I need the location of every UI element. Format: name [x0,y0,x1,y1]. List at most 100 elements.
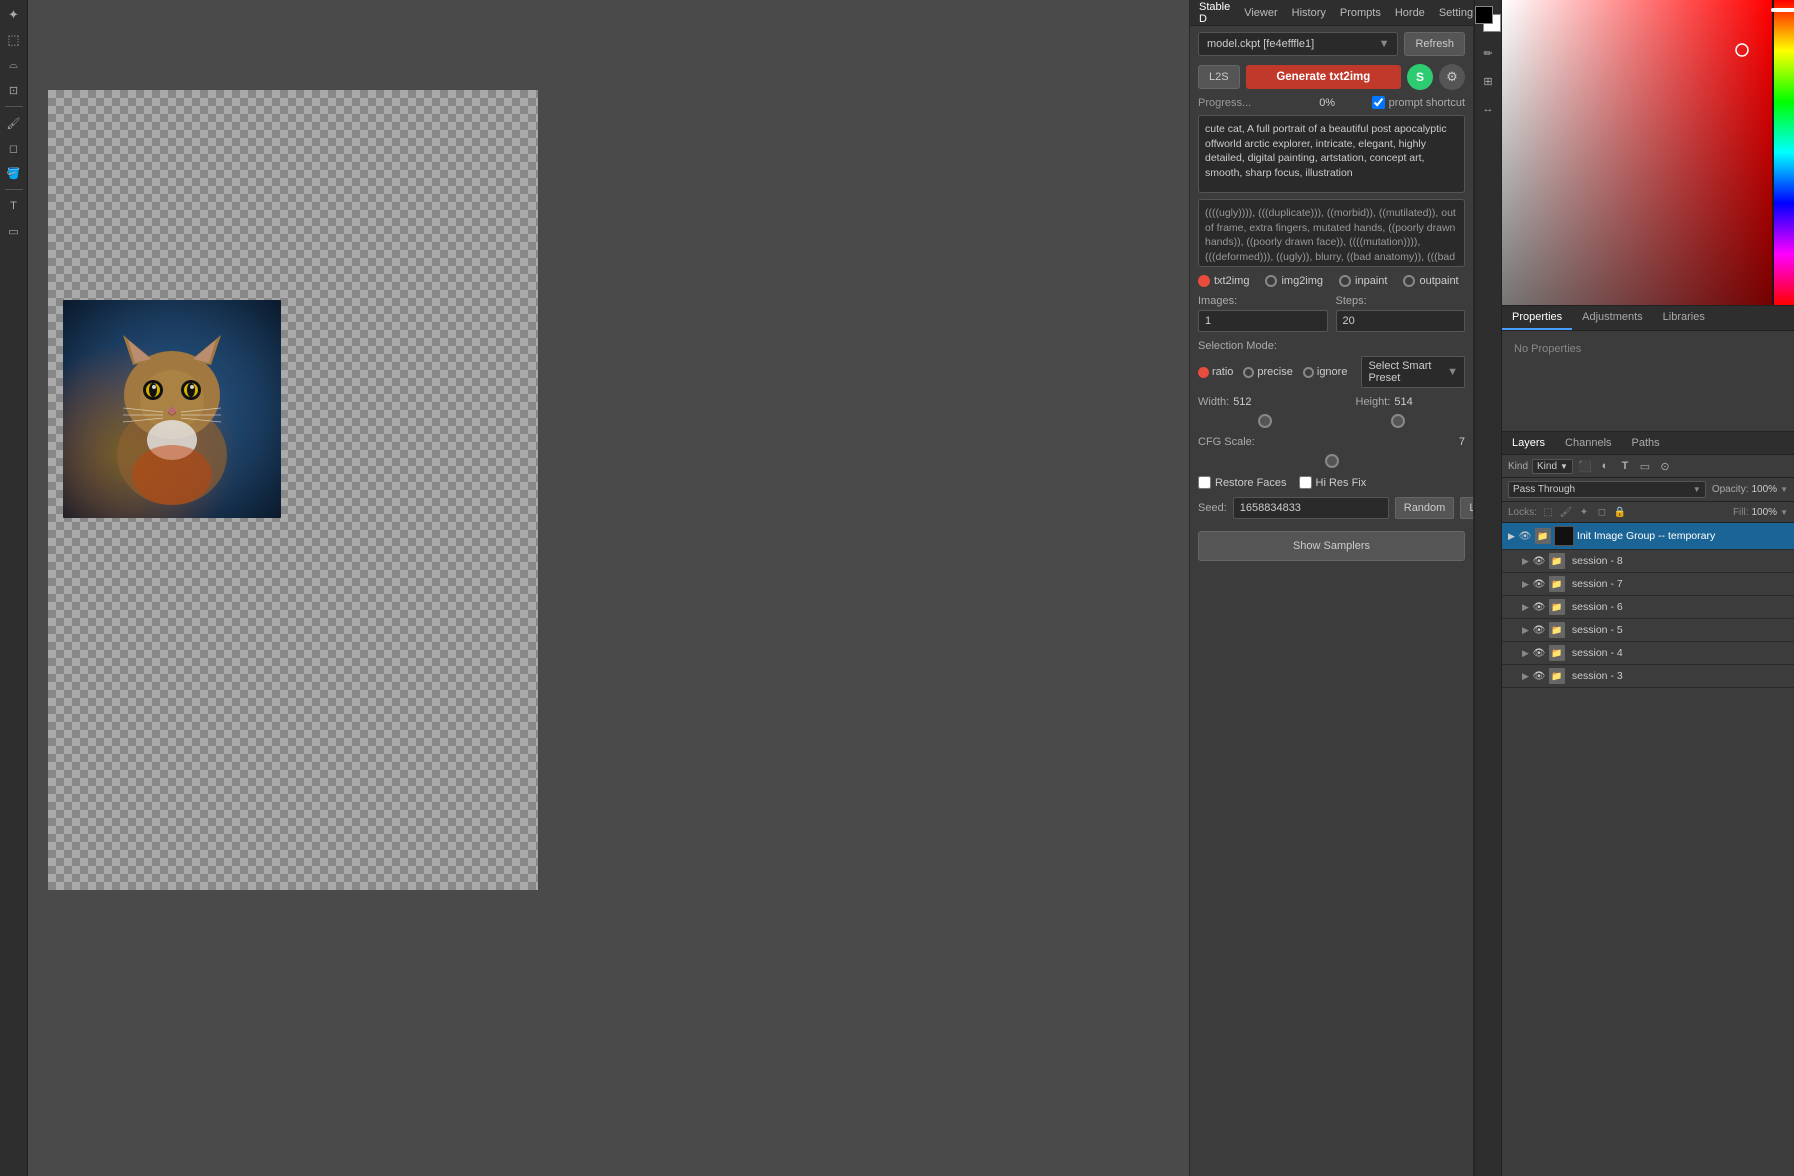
layer-item-init[interactable]: ▶ 👁 📁 Init Image Group -- temporary [1502,523,1794,550]
s-avatar[interactable]: S [1407,64,1433,90]
positive-prompt[interactable] [1198,115,1465,193]
progress-value: 0% [1319,97,1335,109]
sm-ratio[interactable]: ratio [1198,366,1233,378]
nav-history[interactable]: History [1289,5,1329,21]
layer-filter-adj[interactable]: ◐ [1597,458,1613,474]
tool-move[interactable]: ✦ [3,4,25,26]
nav-horde[interactable]: Horde [1392,5,1428,21]
layer-eye-5[interactable]: 👁 [1532,623,1546,637]
layer-item-7[interactable]: ▶ 👁 📁 session - 7 [1502,573,1794,596]
lock-position[interactable]: ✦ [1577,505,1591,519]
mode-tabs: txt2img img2img inpaint outpaint [1190,271,1473,291]
lock-image[interactable]: 🖌 [1559,505,1573,519]
restore-faces-checkbox[interactable] [1198,476,1211,489]
samplers-button[interactable]: Show Samplers [1198,531,1465,561]
layer-item-4[interactable]: ▶ 👁 📁 session - 4 [1502,642,1794,665]
images-input[interactable] [1198,310,1328,332]
generate-button[interactable]: Generate txt2img [1246,65,1401,89]
tab-channels[interactable]: Channels [1555,432,1621,454]
mode-img2img[interactable]: img2img [1265,275,1323,287]
lock-transparent[interactable]: ⬚ [1541,505,1555,519]
images-label: Images: [1198,295,1328,307]
tool-side-2[interactable]: ⊞ [1477,70,1499,92]
width-slider-handle[interactable] [1258,414,1272,428]
images-steps-row: Images: Steps: [1190,291,1473,336]
model-select[interactable]: model.ckpt [fe4efffle1] ▼ [1198,32,1398,56]
tool-brush[interactable]: 🖌 [3,112,25,134]
layers-section: Layers Channels Paths Kind Kind ▼ [1502,431,1794,1176]
layer-filter-shape[interactable]: ▭ [1637,458,1653,474]
hi-res-fix-option[interactable]: Hi Res Fix [1299,476,1367,489]
dimensions-row: Width: 512 Height: 514 [1190,392,1473,412]
settings-button[interactable]: ⚙ [1439,64,1465,90]
tab-layers[interactable]: Layers [1502,432,1555,454]
blend-mode-select[interactable]: Pass Through ▼ [1508,481,1706,498]
tab-libraries[interactable]: Libraries [1653,306,1715,330]
nav-stable-d[interactable]: Stable D [1196,0,1233,27]
prompt-shortcut-toggle[interactable]: prompt shortcut [1372,96,1465,109]
tool-lasso[interactable]: ⌓ [3,54,25,76]
tool-eraser[interactable]: ◻ [3,137,25,159]
smart-preset-select[interactable]: Select Smart Preset ▼ [1361,356,1465,388]
layers-kind-toolbar: Kind Kind ▼ ⬛ ◐ T ▭ ⊙ [1502,455,1794,478]
sm-ignore[interactable]: ignore [1303,366,1348,378]
layer-eye-8[interactable]: 👁 [1532,554,1546,568]
refresh-button[interactable]: Refresh [1404,32,1465,56]
layer-item-8[interactable]: ▶ 👁 📁 session - 8 [1502,550,1794,573]
height-value: 514 [1394,396,1412,408]
lock-all[interactable]: 🔒 [1613,505,1627,519]
tab-paths[interactable]: Paths [1622,432,1670,454]
prompt-shortcut-checkbox[interactable] [1372,96,1385,109]
steps-input[interactable] [1336,310,1466,332]
layer-item-6[interactable]: ▶ 👁 📁 session - 6 [1502,596,1794,619]
lock-artboard[interactable]: ◻ [1595,505,1609,519]
tool-crop[interactable]: ⊡ [3,79,25,101]
tool-fill[interactable]: 🪣 [3,162,25,184]
tool-side-3[interactable]: ↔ [1477,98,1499,120]
tab-properties[interactable]: Properties [1502,306,1572,330]
restore-faces-option[interactable]: Restore Faces [1198,476,1287,489]
fg-color-box[interactable] [1475,6,1493,24]
layer-eye-7[interactable]: 👁 [1532,577,1546,591]
tool-side-1[interactable]: ✏ [1477,42,1499,64]
toolbar-divider-2 [5,189,23,190]
seed-input[interactable] [1233,497,1389,519]
layer-name-6: session - 6 [1572,601,1788,613]
hi-res-fix-checkbox[interactable] [1299,476,1312,489]
layer-item-5[interactable]: ▶ 👁 📁 session - 5 [1502,619,1794,642]
cfg-slider-handle[interactable] [1325,454,1339,468]
mode-inpaint[interactable]: inpaint [1339,275,1387,287]
tool-shape[interactable]: ▭ [3,220,25,242]
tool-text[interactable]: T [3,195,25,217]
right-section: ✏ ⊞ ↔ [1474,0,1794,1176]
mode-outpaint[interactable]: outpaint [1403,275,1458,287]
negative-prompt[interactable] [1198,199,1465,267]
layer-eye-init[interactable]: 👁 [1518,529,1532,543]
random-seed-button[interactable]: Random [1395,497,1455,519]
nav-viewer[interactable]: Viewer [1241,5,1280,21]
tab-adjustments[interactable]: Adjustments [1572,306,1653,330]
layer-filter-type[interactable]: T [1617,458,1633,474]
layer-filter-pixel[interactable]: ⬛ [1577,458,1593,474]
layer-eye-6[interactable]: 👁 [1532,600,1546,614]
layer-eye-3[interactable]: 👁 [1532,669,1546,683]
model-row: model.ckpt [fe4efffle1] ▼ Refresh [1190,26,1473,62]
layer-eye-4[interactable]: 👁 [1532,646,1546,660]
last-seed-button[interactable]: Last [1460,497,1474,519]
nav-settings[interactable]: Settings [1436,5,1474,21]
layer-filter-smart[interactable]: ⊙ [1657,458,1673,474]
mode-txt2img[interactable]: txt2img [1198,275,1249,287]
kind-dropdown[interactable]: Kind ▼ [1532,459,1573,474]
l2s-button[interactable]: L2S [1198,65,1240,89]
hi-res-fix-label: Hi Res Fix [1316,477,1367,489]
cfg-value: 7 [1459,436,1465,448]
hue-bar[interactable] [1774,0,1794,305]
sm-precise[interactable]: precise [1243,366,1292,378]
height-slider-handle[interactable] [1391,414,1405,428]
color-picker-area[interactable] [1502,0,1794,305]
model-dropdown-icon: ▼ [1379,38,1390,50]
width-slider-container [1198,414,1332,428]
nav-prompts[interactable]: Prompts [1337,5,1384,21]
tool-marquee[interactable]: ⬚ [3,29,25,51]
layer-item-3[interactable]: ▶ 👁 📁 session - 3 [1502,665,1794,688]
